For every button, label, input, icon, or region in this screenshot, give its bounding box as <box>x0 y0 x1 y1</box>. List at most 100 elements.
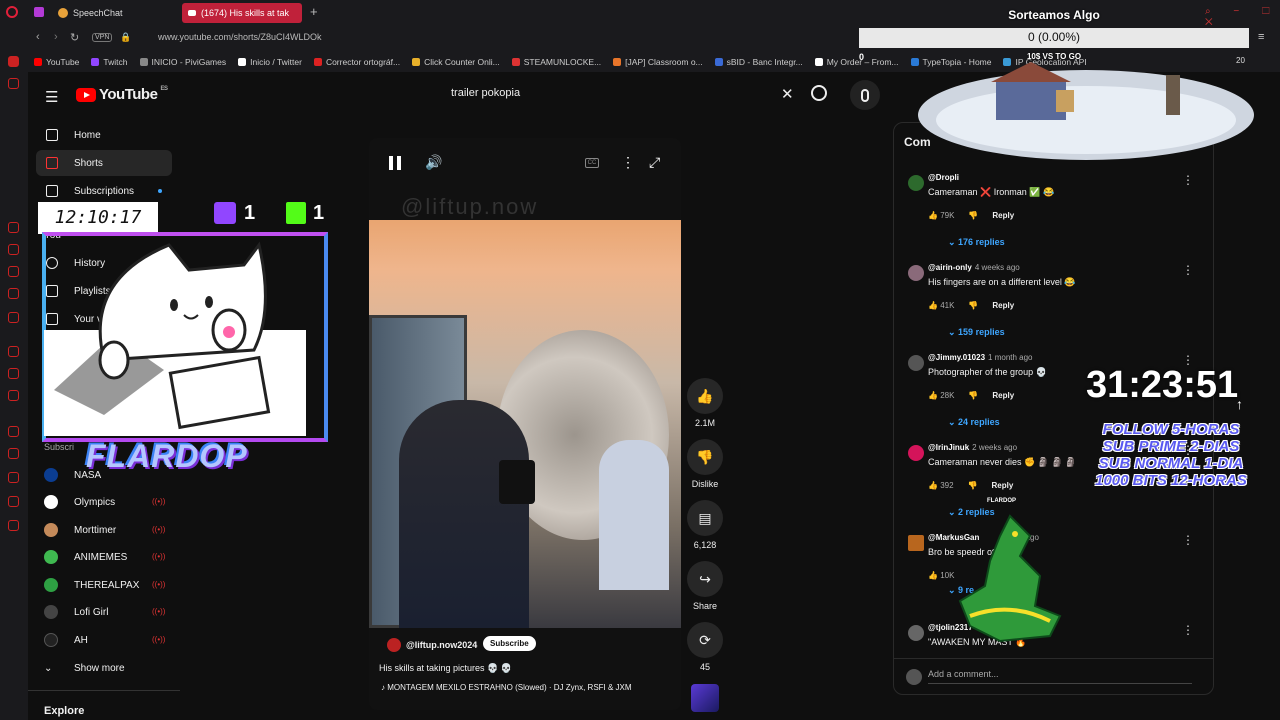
reload-icon[interactable]: ↻ <box>70 31 79 44</box>
comment-menu-icon[interactable]: ⋮ <box>1182 173 1194 187</box>
channel-name[interactable]: @liftup.now2024 <box>406 640 477 650</box>
show-more-label: Show more <box>74 662 125 674</box>
subscription-item-therealpax[interactable]: THEREALPAX <box>44 575 139 595</box>
sidebar-app-icon[interactable] <box>8 472 19 483</box>
dislike-icon[interactable]: 👎 <box>968 211 978 220</box>
view-replies-button[interactable]: ⌄ 24 replies <box>948 417 1000 428</box>
subscription-item-animemes[interactable]: ANIMEMES <box>44 547 127 567</box>
new-tab-icon[interactable]: + <box>310 4 318 19</box>
sidebar-app-icon[interactable] <box>8 496 19 507</box>
tab-speechchat[interactable]: SpeechChat <box>52 3 176 23</box>
sidebar-app-icon[interactable] <box>8 368 19 379</box>
dislike-icon[interactable]: 👎 <box>968 301 978 310</box>
sidebar-app-icon[interactable] <box>8 288 19 299</box>
sidebar-item-shorts[interactable]: Shorts <box>36 150 172 176</box>
menu-icon[interactable]: ≡ <box>1258 31 1264 43</box>
channel-avatar[interactable] <box>387 638 401 652</box>
comment-author[interactable]: @IrinJinuk 2 weeks ago <box>928 443 1017 452</box>
sidebar-app-icon[interactable] <box>8 426 19 437</box>
like-button[interactable]: 👍 2.1M <box>686 378 724 428</box>
like-icon[interactable]: 👍 392 <box>928 481 954 490</box>
commenter-avatar[interactable] <box>908 265 924 281</box>
subscription-item-morttimer[interactable]: Morttimer <box>44 520 116 540</box>
fullscreen-icon[interactable]: ⤢ <box>649 154 660 171</box>
view-replies-button[interactable]: ⌄ 176 replies <box>948 237 1005 248</box>
bookmark-item[interactable]: Twitch <box>91 57 128 67</box>
bookmark-item[interactable]: Corrector ortográf... <box>313 57 400 67</box>
comment-author[interactable]: @Jimmy.01023 1 month ago <box>928 353 1033 362</box>
volume-icon[interactable]: 🔊 <box>425 154 442 171</box>
remix-button[interactable]: ⟳ 45 <box>686 622 724 672</box>
comments-button[interactable]: ▤ 6,128 <box>686 500 724 550</box>
dislike-icon[interactable]: 👎 <box>968 481 978 490</box>
commenter-avatar[interactable] <box>908 625 924 641</box>
url-field[interactable]: www.youtube.com/shorts/Z8uCI4WLDOk <box>158 32 322 42</box>
reply-button[interactable]: Reply <box>992 211 1014 220</box>
extension-icon[interactable] <box>34 7 44 17</box>
dislike-icon[interactable]: 👎 <box>968 391 978 400</box>
bookmark-item[interactable]: [JAP] Classroom o... <box>613 57 703 67</box>
dislike-button[interactable]: 👎 Dislike <box>686 439 724 489</box>
comment-menu-icon[interactable]: ⋮ <box>1182 263 1194 277</box>
voice-search-button[interactable] <box>850 80 880 110</box>
search-input[interactable]: trailer pokopia <box>441 79 805 109</box>
sidebar-app-icon[interactable] <box>8 312 19 323</box>
sidebar-app-icon[interactable] <box>8 266 19 277</box>
subscription-item-olympics[interactable]: Olympics <box>44 492 115 512</box>
sidebar-item-home[interactable]: Home <box>36 122 172 148</box>
captions-icon[interactable]: CC <box>585 158 599 168</box>
like-icon[interactable]: 👍 79K <box>928 211 954 220</box>
sidebar-item-subscriptions[interactable]: Subscriptions <box>36 178 172 204</box>
share-button[interactable]: ↪ Share <box>686 561 724 611</box>
pause-icon[interactable] <box>389 156 401 170</box>
like-icon[interactable]: 👍 28K <box>928 391 954 400</box>
reply-button[interactable]: Reply <box>992 481 1014 490</box>
messenger-icon[interactable] <box>8 78 19 89</box>
like-icon[interactable]: 👍 41K <box>928 301 954 310</box>
bookmark-item[interactable]: STEAMUNLOCKE... <box>511 57 601 67</box>
subscription-item-lofi-girl[interactable]: Lofi Girl <box>44 602 108 622</box>
more-options-icon[interactable]: ⋮ <box>621 154 635 171</box>
shorts-player[interactable]: @liftup.now 🔊 CC ⋮ ⤢ @liftup.now2024 Sub… <box>369 138 681 710</box>
add-comment-input[interactable]: Add a comment... <box>928 669 1192 684</box>
hamburger-menu-icon[interactable]: ☰ <box>45 88 58 106</box>
youtube-logo[interactable]: YouTube ES <box>76 86 168 103</box>
reply-button[interactable]: Reply <box>992 391 1014 400</box>
sidebar-app-icon[interactable] <box>8 244 19 255</box>
commenter-avatar[interactable] <box>908 445 924 461</box>
tab-youtube-active[interactable]: (1674) His skills at tak <box>182 3 302 23</box>
subscription-item-ah[interactable]: AH <box>44 630 88 650</box>
sidebar-app-icon[interactable] <box>8 346 19 357</box>
back-icon[interactable]: ‹ <box>36 31 40 43</box>
view-replies-button[interactable]: ⌄ 159 replies <box>948 327 1005 338</box>
music-track[interactable]: ♪ MONTAGEM MEXILO ESTRAHNO (Slowed) · DJ… <box>381 683 632 692</box>
commenter-avatar[interactable] <box>908 355 924 371</box>
subscribe-button[interactable]: Subscribe <box>483 636 536 651</box>
comment-author[interactable]: @Dropli <box>928 173 959 182</box>
opera-logo-icon[interactable] <box>6 6 18 18</box>
bookmark-item[interactable]: Inicio / Twitter <box>238 57 302 67</box>
sidebar-app-icon[interactable] <box>8 222 19 233</box>
commenter-avatar[interactable] <box>908 175 924 191</box>
home-sidebar-icon[interactable] <box>8 56 19 67</box>
show-more-button[interactable]: ⌄ Show more <box>44 658 125 678</box>
search-icon[interactable] <box>811 85 827 101</box>
comment-menu-icon[interactable]: ⋮ <box>1182 623 1194 637</box>
comment-author[interactable]: @airin-only 4 weeks ago <box>928 263 1020 272</box>
forward-icon[interactable]: › <box>54 31 58 43</box>
comments-icon: ▤ <box>687 500 723 536</box>
sound-thumbnail[interactable] <box>691 684 719 712</box>
clear-search-icon[interactable]: ✕ <box>781 85 794 103</box>
sidebar-app-icon[interactable] <box>8 390 19 401</box>
commenter-avatar[interactable] <box>908 535 924 551</box>
comment-menu-icon[interactable]: ⋮ <box>1182 533 1194 547</box>
bookmark-item[interactable]: INICIO - PiviGames <box>139 57 226 67</box>
app-window: SpeechChat (1674) His skills at tak + ⌕ … <box>0 0 1280 720</box>
bookmark-item[interactable]: YouTube <box>34 57 79 67</box>
bookmark-item[interactable]: Click Counter Onli... <box>412 57 500 67</box>
vpn-badge[interactable]: VPN <box>92 33 113 42</box>
bookmark-item[interactable]: sBID - Banc Integr... <box>714 57 803 67</box>
reply-button[interactable]: Reply <box>992 301 1014 310</box>
settings-icon[interactable] <box>8 520 19 531</box>
sidebar-app-icon[interactable] <box>8 448 19 459</box>
